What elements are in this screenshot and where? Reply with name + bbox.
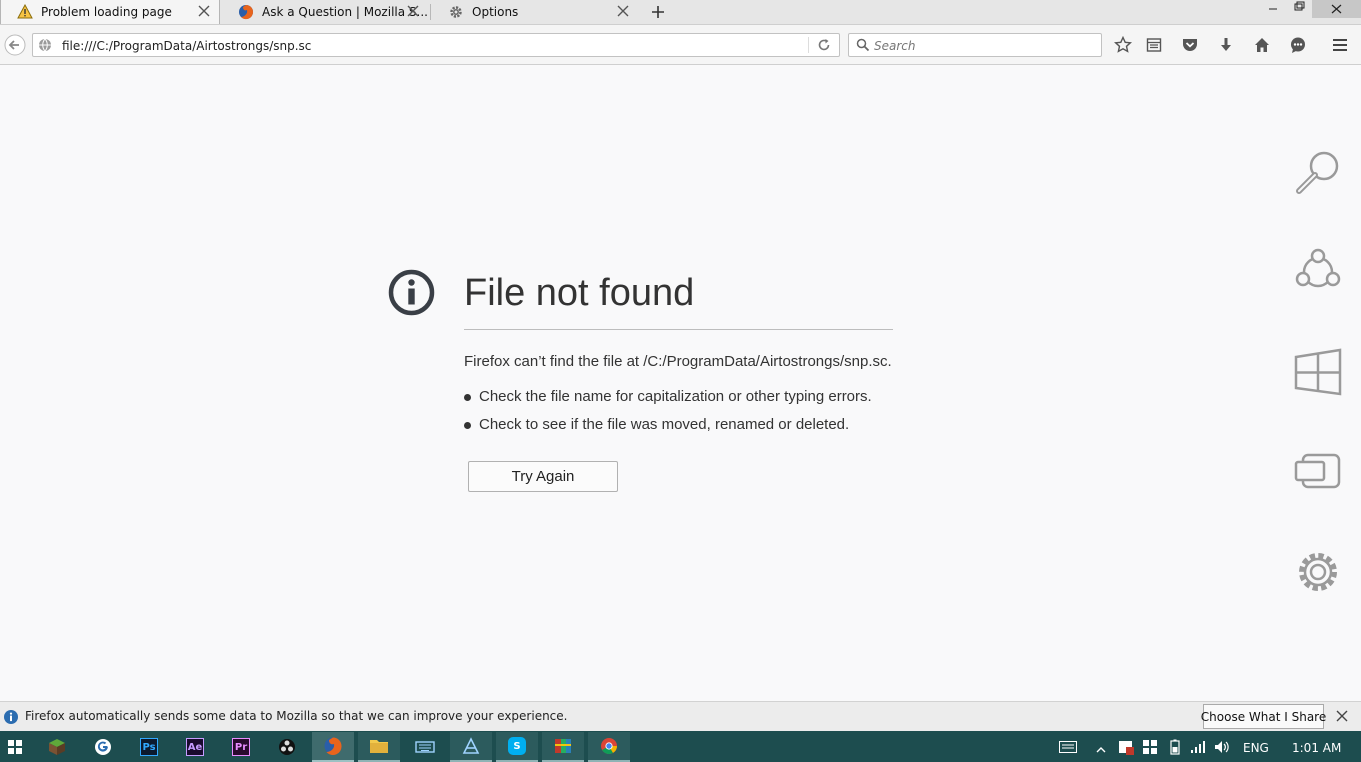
close-tab-icon[interactable] (197, 4, 211, 18)
restore-button[interactable] (1287, 0, 1309, 18)
tab-separator (430, 4, 431, 20)
chrome-icon[interactable] (588, 732, 630, 762)
url-text[interactable]: file:///C:/ProgramData/Airtostrongs/snp.… (62, 39, 311, 53)
firefox-icon (238, 4, 254, 20)
choose-what-i-share-button[interactable]: Choose What I Share (1201, 704, 1326, 729)
list-item: Check to see if the file was moved, rena… (464, 415, 872, 443)
battery-icon[interactable] (1170, 739, 1180, 758)
gear-icon (448, 4, 464, 20)
tab-strip: Problem loading page Ask a Question | Mo… (0, 0, 1361, 24)
windows-flag-icon[interactable] (1142, 739, 1158, 758)
suggestion-list: Check the file name for capitalization o… (464, 387, 872, 443)
notification-text: Firefox automatically sends some data to… (25, 709, 568, 723)
start-charm-icon[interactable] (1291, 345, 1345, 399)
file-explorer-icon[interactable] (358, 732, 400, 762)
search-charm-icon[interactable] (1291, 145, 1345, 199)
chat-icon[interactable] (1287, 34, 1309, 56)
signal-icon[interactable] (1190, 740, 1206, 757)
tab-ask-question[interactable]: Ask a Question | Mozilla S... (222, 0, 428, 24)
game-icon[interactable] (450, 732, 492, 762)
error-description: Firefox can’t find the file at /C:/Progr… (464, 353, 892, 370)
bookmarks-menu-icon[interactable] (1143, 34, 1165, 56)
menu-hamburger-icon[interactable] (1329, 34, 1351, 56)
new-tab-button[interactable] (648, 2, 668, 22)
list-item: Check the file name for capitalization o… (464, 387, 872, 415)
show-hidden-icons-chevron-up-icon[interactable] (1096, 743, 1106, 757)
search-input[interactable]: Search (874, 39, 916, 53)
devices-charm-icon[interactable] (1291, 445, 1345, 499)
home-icon[interactable] (1251, 34, 1273, 56)
pocket-icon[interactable] (1179, 34, 1201, 56)
clock[interactable]: 1:01 AM (1292, 741, 1341, 755)
try-again-button[interactable]: Try Again (468, 461, 618, 492)
tab-label: Problem loading page (41, 5, 172, 19)
close-tab-icon[interactable] (616, 4, 630, 18)
start-icon[interactable] (0, 732, 30, 762)
downloads-icon[interactable] (1215, 34, 1237, 56)
minecraft-icon[interactable] (36, 732, 78, 762)
touch-keyboard-icon[interactable] (1059, 741, 1077, 756)
language-indicator[interactable]: ENG (1243, 741, 1269, 755)
google-icon[interactable] (82, 732, 124, 762)
close-icon[interactable] (1335, 709, 1349, 726)
after-effects-icon[interactable]: Ae (174, 732, 216, 762)
minimize-button[interactable] (1262, 0, 1284, 18)
globe-icon (38, 38, 52, 55)
close-window-button[interactable] (1312, 0, 1361, 18)
photoshop-icon[interactable]: Ps (128, 732, 170, 762)
reload-icon[interactable] (817, 38, 831, 55)
bookmark-star-icon[interactable] (1112, 34, 1134, 56)
keyboard-icon[interactable] (404, 732, 446, 762)
share-charm-icon[interactable] (1291, 245, 1345, 299)
tab-label: Ask a Question | Mozilla S... (262, 5, 428, 19)
error-page: File not found Firefox can’t find the fi… (0, 65, 1361, 701)
tab-label: Options (472, 5, 519, 19)
premiere-icon[interactable]: Pr (220, 732, 262, 762)
title-divider (464, 329, 893, 330)
navigation-toolbar: file:///C:/ProgramData/Airtostrongs/snp.… (0, 24, 1361, 65)
notification-bar: Firefox automatically sends some data to… (0, 701, 1361, 731)
page-title: File not found (464, 272, 695, 314)
firefox-taskbar-icon[interactable] (312, 732, 354, 762)
search-bar[interactable]: Search (848, 33, 1102, 57)
winrar-icon[interactable] (542, 732, 584, 762)
security-shield-icon[interactable] (1118, 739, 1134, 758)
info-icon (3, 709, 19, 728)
url-bar[interactable]: file:///C:/ProgramData/Airtostrongs/snp.… (32, 33, 840, 57)
taskbar: Ps Ae Pr S ENG 1:01 AM (0, 731, 1361, 762)
divider (808, 37, 809, 53)
skype-icon[interactable]: S (496, 732, 538, 762)
close-tab-icon[interactable] (406, 4, 420, 18)
tab-options[interactable]: Options (432, 0, 638, 24)
info-icon (388, 269, 435, 319)
warning-icon (17, 4, 33, 20)
back-button[interactable] (4, 34, 26, 56)
search-icon (856, 38, 870, 55)
settings-charm-icon[interactable] (1291, 545, 1345, 599)
volume-icon[interactable] (1213, 739, 1231, 758)
obs-icon[interactable] (266, 732, 308, 762)
tab-problem-loading[interactable]: Problem loading page (0, 0, 220, 24)
